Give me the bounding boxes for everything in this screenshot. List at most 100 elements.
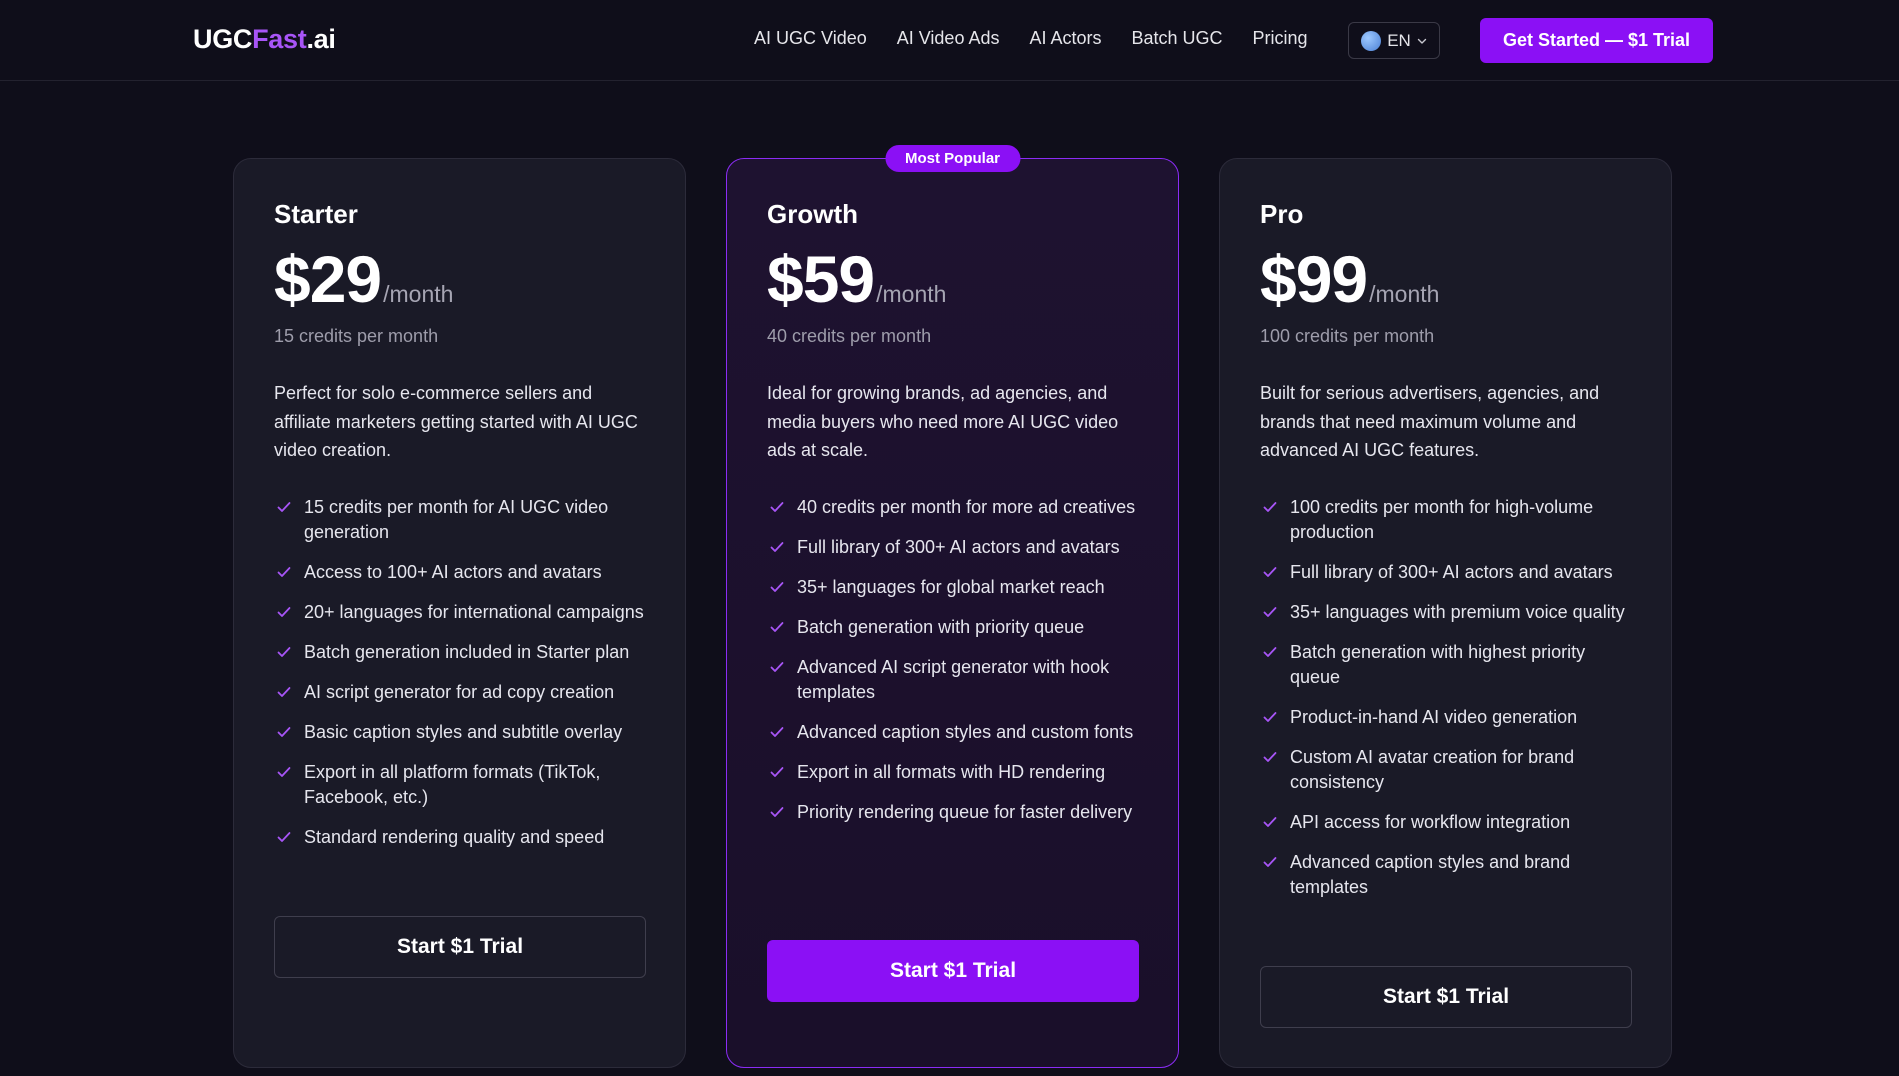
feature-item: 100 credits per month for high-volume pr… (1260, 495, 1632, 545)
check-icon (277, 726, 291, 737)
globe-icon (1361, 30, 1382, 51)
plan-credits: 15 credits per month (274, 326, 439, 346)
feature-item: Export in all platform formats (TikTok, … (274, 760, 646, 810)
feature-item: Batch generation included in Starter pla… (274, 640, 646, 665)
check-icon (1263, 816, 1277, 827)
language-selector[interactable]: EN (1348, 22, 1440, 59)
check-icon (277, 686, 291, 697)
check-icon (277, 831, 291, 842)
feature-text: Advanced caption styles and brand templa… (1290, 851, 1571, 897)
check-icon (770, 581, 784, 592)
feature-text: Priority rendering queue for faster deli… (797, 801, 1133, 822)
plan-card-starter: Starter $29 /month 15 credits per month … (233, 158, 686, 1068)
check-icon (1263, 751, 1277, 762)
start-trial-button-growth[interactable]: Start $1 Trial (767, 940, 1139, 1002)
nav-ai-video-ads[interactable]: AI Video Ads (897, 28, 1000, 49)
plan-period: /month (876, 281, 947, 307)
feature-text: Export in all formats with HD rendering (797, 761, 1106, 782)
get-started-button[interactable]: Get Started — $1 Trial (1480, 18, 1713, 63)
check-icon (277, 566, 291, 577)
most-popular-badge: Most Popular (884, 145, 1021, 172)
feature-text: Export in all platform formats (TikTok, … (304, 761, 601, 807)
plan-price: $99 (1260, 242, 1368, 316)
language-label: EN (1387, 30, 1411, 50)
start-trial-button-pro[interactable]: Start $1 Trial (1260, 966, 1632, 1028)
feature-item: Advanced caption styles and custom fonts (767, 720, 1139, 745)
feature-text: Batch generation with highest priority q… (1290, 641, 1586, 687)
nav-ai-ugc-video[interactable]: AI UGC Video (754, 28, 867, 49)
check-icon (770, 501, 784, 512)
logo[interactable]: UGC Fast .ai (193, 24, 336, 55)
plan-period: /month (1369, 281, 1440, 307)
feature-item: 40 credits per month for more ad creativ… (767, 495, 1139, 520)
feature-item: API access for workflow integration (1260, 810, 1632, 835)
check-icon (277, 501, 291, 512)
logo-part-ai: .ai (306, 24, 336, 54)
feature-text: Custom AI avatar creation for brand cons… (1290, 746, 1575, 792)
feature-text: Standard rendering quality and speed (304, 826, 605, 847)
feature-item: 35+ languages for global market reach (767, 575, 1139, 600)
plan-name: Pro (1260, 199, 1304, 229)
feature-text: 40 credits per month for more ad creativ… (797, 496, 1136, 517)
plan-description: Perfect for solo e-commerce sellers and … (274, 383, 638, 460)
plan-description: Ideal for growing brands, ad agencies, a… (767, 383, 1119, 460)
feature-item: Basic caption styles and subtitle overla… (274, 720, 646, 745)
feature-text: Full library of 300+ AI actors and avata… (797, 536, 1120, 557)
feature-item: 20+ languages for international campaign… (274, 600, 646, 625)
check-icon (1263, 856, 1277, 867)
feature-item: Batch generation with highest priority q… (1260, 640, 1632, 690)
check-icon (1263, 566, 1277, 577)
check-icon (770, 806, 784, 817)
check-icon (277, 766, 291, 777)
plan-price: $59 (767, 242, 875, 316)
feature-text: 20+ languages for international campaign… (304, 601, 644, 622)
feature-text: Advanced AI script generator with hook t… (797, 656, 1110, 702)
feature-item: Custom AI avatar creation for brand cons… (1260, 745, 1632, 795)
feature-item: 15 credits per month for AI UGC video ge… (274, 495, 646, 545)
logo-part-ugc: UGC (193, 24, 253, 54)
check-icon (1263, 711, 1277, 722)
feature-item: Full library of 300+ AI actors and avata… (1260, 560, 1632, 585)
check-icon (770, 726, 784, 737)
nav-pricing[interactable]: Pricing (1253, 28, 1308, 49)
feature-list: 40 credits per month for more ad creativ… (767, 495, 1139, 825)
feature-item: Product-in-hand AI video generation (1260, 705, 1632, 730)
feature-item: Access to 100+ AI actors and avatars (274, 560, 646, 585)
plan-card-pro: Pro $99 /month 100 credits per month Bui… (1219, 158, 1672, 1068)
feature-text: Product-in-hand AI video generation (1290, 706, 1578, 727)
feature-item: Batch generation with priority queue (767, 615, 1139, 640)
check-icon (770, 541, 784, 552)
feature-item: 35+ languages with premium voice quality (1260, 600, 1632, 625)
feature-text: API access for workflow integration (1290, 811, 1571, 832)
feature-text: Batch generation included in Starter pla… (304, 641, 630, 662)
feature-item: Export in all formats with HD rendering (767, 760, 1139, 785)
feature-text: Full library of 300+ AI actors and avata… (1290, 561, 1613, 582)
feature-item: Standard rendering quality and speed (274, 825, 646, 850)
check-icon (770, 661, 784, 672)
check-icon (770, 621, 784, 632)
feature-item: Full library of 300+ AI actors and avata… (767, 535, 1139, 560)
plan-credits: 100 credits per month (1260, 326, 1435, 346)
plan-price: $29 (274, 242, 382, 316)
nav-ai-actors[interactable]: AI Actors (1029, 28, 1101, 49)
feature-text: 100 credits per month for high-volume pr… (1290, 496, 1594, 542)
plan-card-growth: Most Popular Growth $59 /month 40 credit… (726, 145, 1179, 1068)
check-icon (1263, 646, 1277, 657)
plan-description: Built for serious advertisers, agencies,… (1260, 383, 1600, 460)
nav-batch-ugc[interactable]: Batch UGC (1132, 28, 1223, 49)
feature-text: Advanced caption styles and custom fonts (797, 721, 1134, 742)
feature-text: Access to 100+ AI actors and avatars (304, 561, 602, 582)
feature-text: AI script generator for ad copy creation (304, 681, 615, 702)
plan-name: Starter (274, 199, 358, 229)
feature-item: Advanced caption styles and brand templa… (1260, 850, 1632, 900)
start-trial-button-starter[interactable]: Start $1 Trial (274, 916, 646, 978)
feature-item: AI script generator for ad copy creation (274, 680, 646, 705)
plan-name: Growth (767, 199, 858, 229)
feature-text: Batch generation with priority queue (797, 616, 1085, 637)
plan-credits: 40 credits per month (767, 326, 932, 346)
check-icon (770, 766, 784, 777)
check-icon (1263, 606, 1277, 617)
check-icon (1263, 501, 1277, 512)
feature-list: 15 credits per month for AI UGC video ge… (274, 495, 646, 850)
plan-period: /month (383, 281, 454, 307)
